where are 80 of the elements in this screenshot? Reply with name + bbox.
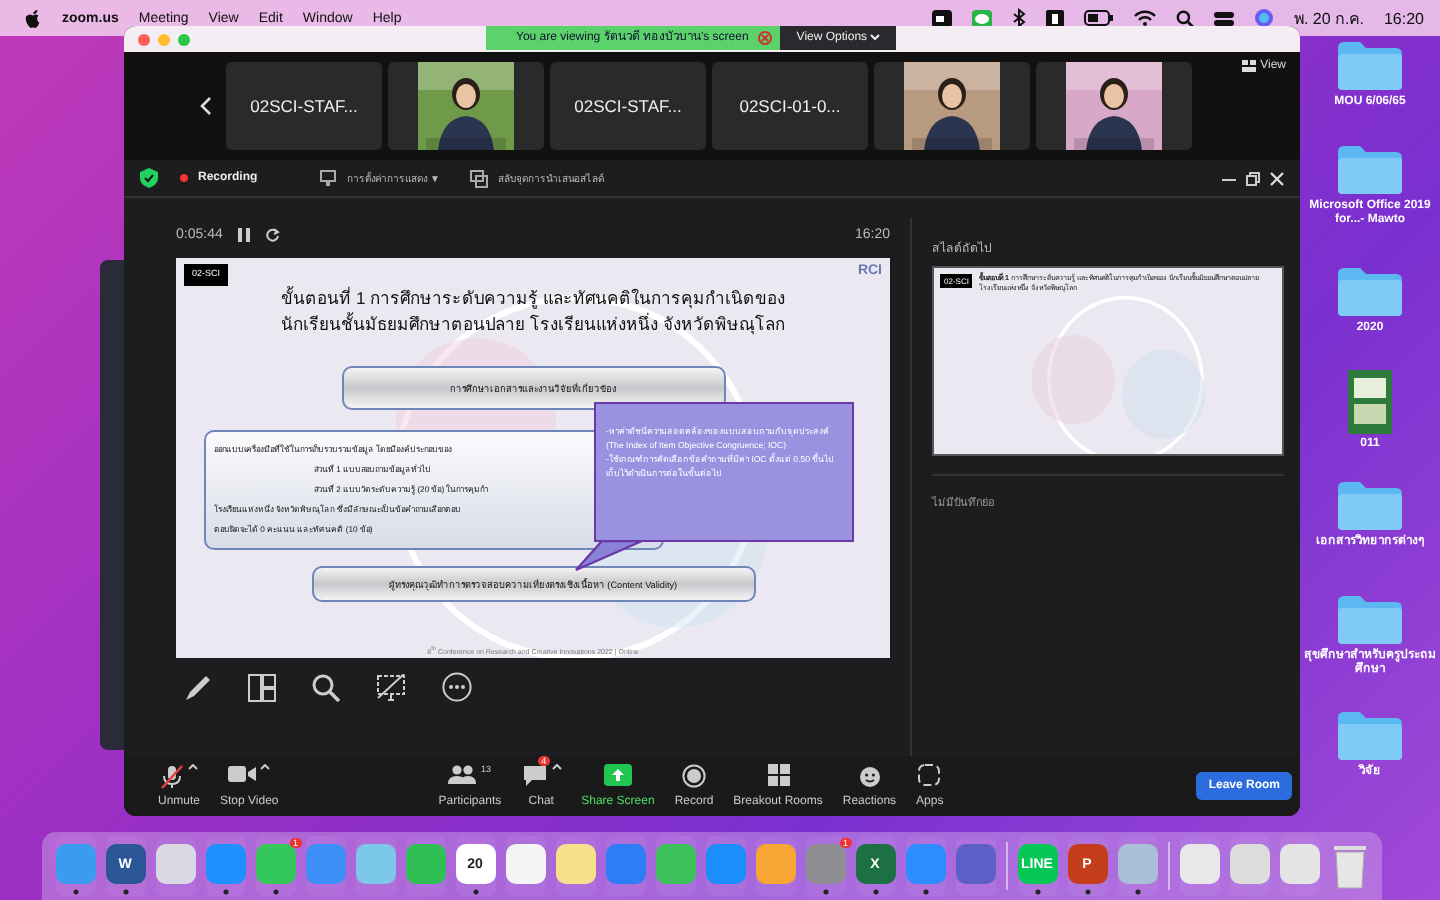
grid-icon [767,764,790,786]
dock-item[interactable] [955,836,995,896]
pause-icon[interactable] [238,227,251,241]
battery-icon[interactable] [1083,10,1114,26]
bluetooth-icon[interactable] [1011,8,1026,28]
muted-mic-icon [160,764,184,790]
apps-icon [918,764,941,786]
shield-icon[interactable] [140,168,158,188]
slide-title: นักเรียนชั้นมัธยมศึกษาตอนปลาย โรงเรียนแห่งหนึ่ง จังหวัดพิษณุโลก [281,312,785,338]
share-screen-icon [603,764,632,786]
book-cover-icon[interactable] [1348,370,1392,434]
app-icon[interactable] [655,844,695,884]
folder-icon[interactable] [1336,710,1404,762]
pen-icon[interactable] [184,673,212,701]
app-icon[interactable] [1117,844,1157,884]
close-icon[interactable] [1270,171,1284,185]
swap-display-icon[interactable] [470,169,489,187]
slide-title: ขั้นตอนที่ 1 การศึกษาระดับความรู้ และทัศนคติในการคุมกำเนิดของ [281,286,785,312]
display-settings-icon[interactable] [319,169,338,187]
app-icon[interactable] [255,844,295,884]
recording-dot [180,174,188,182]
participant-tile[interactable]: 02SCI-01-0... [712,62,868,150]
app-icon[interactable] [505,844,545,884]
video-camera-icon [228,764,257,784]
grid-icon [1242,60,1257,72]
app-icon[interactable] [355,844,395,884]
record-icon [682,764,706,788]
people-icon [448,764,477,784]
app-icon[interactable] [755,844,795,884]
more-icon[interactable] [442,672,472,702]
dock-item[interactable] [1229,836,1269,896]
magnifier-icon[interactable] [312,673,340,701]
dock-item[interactable] [1179,836,1219,896]
minimize-window-button[interactable] [158,33,170,45]
folder-icon[interactable] [1336,40,1404,92]
dock-item[interactable] [355,836,395,896]
dock-item[interactable] [1279,836,1319,896]
layout-icon[interactable] [248,673,276,701]
menu-date[interactable]: พ. 20 ก.ค. [1293,5,1364,31]
search-icon[interactable] [1175,9,1194,27]
dock-item[interactable] [155,836,195,896]
dock-item[interactable] [505,836,545,896]
control-center-icon[interactable] [1213,9,1234,27]
app-icon[interactable] [1179,844,1219,884]
wifi-icon[interactable] [1133,10,1156,26]
reset-icon[interactable] [266,227,281,241]
dock-item[interactable] [555,836,595,896]
dock-item[interactable] [1117,836,1157,896]
app-icon[interactable] [155,844,195,884]
app-icon[interactable] [1229,844,1269,884]
app-icon[interactable] [955,844,995,884]
apple-icon[interactable] [24,7,42,29]
participant-tile[interactable]: 02SCI-STAF... [226,62,382,150]
chat-bubble-icon [521,764,548,788]
app-icon[interactable] [555,844,595,884]
app-icon[interactable] [405,844,445,884]
trash-icon[interactable] [1331,842,1367,890]
smiley-icon [857,764,882,788]
zoom-window-button[interactable] [178,33,190,45]
dock-item[interactable] [655,836,695,896]
folder-icon[interactable] [1336,594,1404,646]
screen-off-icon[interactable] [376,673,406,701]
folder-icon[interactable] [1336,144,1404,196]
folder-icon[interactable] [1336,480,1404,532]
caret-icon [870,34,881,40]
dock-item[interactable] [405,836,445,896]
menu-time[interactable]: 16:20 [1383,9,1424,27]
close-window-button[interactable] [138,33,150,45]
previous-icon[interactable] [200,96,212,116]
caret-icon[interactable] [551,764,562,770]
siri-icon[interactable] [1253,8,1274,28]
close-icon[interactable] [758,26,781,50]
participant-tile[interactable]: 02SCI-STAF... [550,62,706,150]
caret-icon[interactable] [188,764,198,770]
folder-icon[interactable] [1336,266,1404,318]
dock-item[interactable] [755,836,795,896]
chat-icon[interactable] [971,9,992,27]
restore-icon[interactable] [1246,171,1260,185]
caret-icon[interactable] [260,764,271,770]
app-icon[interactable] [1279,844,1319,884]
